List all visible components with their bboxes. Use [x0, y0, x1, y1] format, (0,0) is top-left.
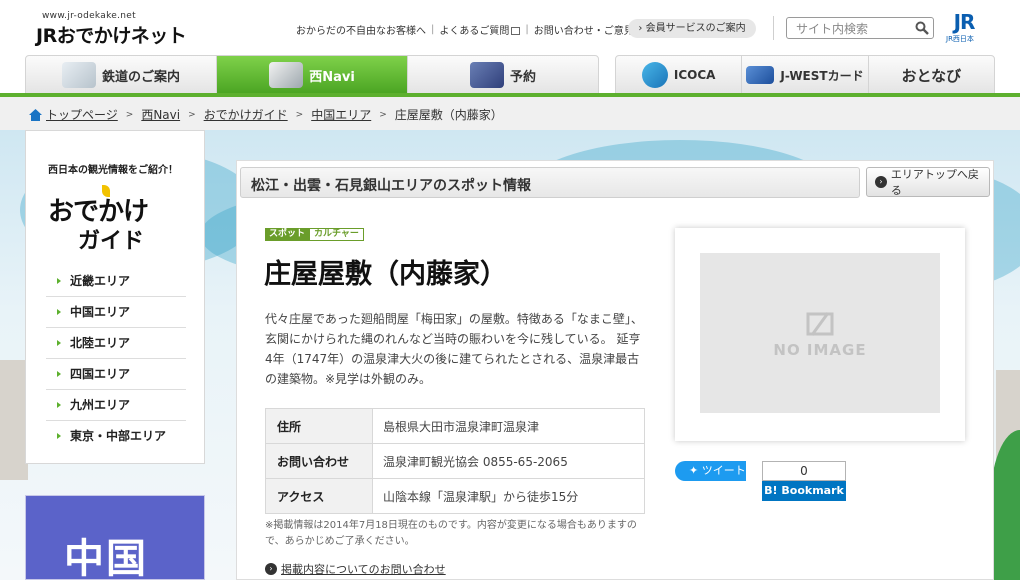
breadcrumb-nishinavi[interactable]: 西Navi: [141, 106, 180, 123]
sidebar-item-kinki[interactable]: 近畿エリア: [46, 266, 186, 297]
nav-railway[interactable]: 鉄道のご案内: [26, 56, 217, 94]
page-title: 庄屋屋敷（内藤家）: [264, 259, 507, 290]
info-value: 温泉津町観光協会 0855-65-2065: [372, 443, 645, 479]
info-label: 住所: [265, 408, 373, 444]
info-label: お問い合わせ: [265, 443, 373, 479]
sub-nav: ICOCA J-WESTカード おとなび: [615, 55, 995, 95]
member-service-button[interactable]: › 会員サービスのご案内: [628, 19, 756, 38]
guide-title-line2: ガイド: [78, 229, 145, 254]
area-list: 近畿エリア 中国エリア 北陸エリア 四国エリア 九州エリア 東京・中部エリア: [46, 266, 186, 451]
site-search: [786, 17, 934, 39]
spot-photo: NO IMAGE: [675, 228, 965, 441]
nav-railway-label: 鉄道のご案内: [101, 69, 180, 85]
jr-logo-sub: JR西日本: [946, 35, 974, 43]
breadcrumb-current: 庄屋屋敷（内藤家）: [394, 108, 503, 122]
nav-icoca-label: ICOCA: [673, 68, 716, 82]
bookmark-label: B! Bookmark: [762, 481, 846, 501]
external-link-icon: [511, 26, 521, 35]
logo-url: www.jr-odekake.net: [42, 11, 136, 21]
jr-logo-mark: JR: [953, 10, 976, 34]
accessibility-link[interactable]: おからだの不自由なお客様へ: [296, 22, 426, 37]
back-to-area-button[interactable]: › エリアトップへ戻る: [866, 167, 990, 197]
camera-icon: [269, 62, 304, 88]
bookmark-count: 0: [762, 461, 846, 481]
nav-reservation-label: 予約: [509, 69, 536, 85]
seat-icon: [469, 62, 504, 88]
logo-name: JRおでかけネット: [36, 25, 187, 47]
faq-link-label: よくあるご質問: [439, 25, 510, 37]
inquiry-link[interactable]: › 掲載内容についてのお問い合わせ: [265, 561, 446, 577]
jr-west-logo[interactable]: JR JR西日本: [944, 11, 986, 43]
area-heading: 松江・出雲・石見銀山エリアのスポット情報: [240, 167, 860, 198]
no-image-placeholder: NO IMAGE: [700, 253, 940, 413]
spot-description: 代々庄屋であった廻船問屋「梅田家」の屋敷。特徴ある「なまこ壁」、玄関にかけられた…: [265, 312, 643, 386]
tag-culture: カルチャー: [309, 228, 364, 241]
train-icon: [61, 62, 96, 88]
search-icon[interactable]: [915, 21, 929, 35]
arrow-right-icon: ›: [265, 563, 277, 575]
nav-icoca[interactable]: ICOCA: [616, 56, 743, 94]
broken-image-icon: [806, 312, 834, 336]
tag-spot: スポット: [265, 228, 310, 241]
arrow-right-icon: ›: [875, 176, 887, 188]
breadcrumb-separator-icon: >: [125, 109, 134, 120]
no-image-label: NO IMAGE: [773, 341, 867, 359]
breadcrumb-separator-icon: >: [295, 109, 304, 120]
sidebar-item-tokyo-chubu[interactable]: 東京・中部エリア: [46, 421, 186, 451]
search-input[interactable]: [794, 19, 914, 39]
info-value: 島根県大田市温泉津町温泉津: [372, 408, 645, 444]
area-heading-text: 松江・出雲・石見銀山エリアのスポット情報: [251, 178, 531, 194]
breadcrumb-home[interactable]: トップページ: [46, 106, 118, 123]
main-nav: 鉄道のご案内 西Navi 予約: [25, 55, 599, 95]
member-service-label: 会員サービスのご案内: [645, 23, 746, 34]
nav-jwest-card-label: J-WESTカード: [780, 68, 864, 83]
site-logo[interactable]: www.jr-odekake.net JRおでかけネット: [36, 11, 226, 47]
nav-otonavi[interactable]: おとなび: [869, 56, 994, 94]
spot-info-table: 住所 島根県大田市温泉津町温泉津 お問い合わせ 温泉津町観光協会 0855-65…: [265, 408, 645, 514]
icoca-icon: [641, 62, 668, 88]
home-icon: [29, 108, 42, 121]
region-banner-label: 中国: [64, 536, 148, 582]
table-row: お問い合わせ 温泉津町観光協会 0855-65-2065: [265, 443, 645, 479]
breadcrumb: トップページ > 西Navi > おでかけガイド > 中国エリア > 庄屋屋敷（…: [0, 97, 1020, 130]
tweet-button[interactable]: ✦ ツイート: [675, 461, 746, 481]
sidebar-item-hokuriku[interactable]: 北陸エリア: [46, 328, 186, 359]
region-banner[interactable]: 中国: [25, 495, 205, 582]
spot-tags: スポット カルチャー: [265, 228, 364, 241]
info-label: アクセス: [265, 478, 373, 514]
breadcrumb-separator-icon: >: [188, 109, 196, 120]
sidebar-item-kyushu[interactable]: 九州エリア: [46, 390, 186, 421]
table-row: アクセス 山陰本線「温泉津駅」から徒歩15分: [265, 478, 645, 514]
twitter-icon: ✦: [689, 464, 702, 477]
hatena-bookmark-button[interactable]: 0 B! Bookmark: [762, 461, 846, 501]
contact-link-label: お問い合わせ・ご意見: [533, 25, 634, 37]
info-value: 山陰本線「温泉津駅」から徒歩15分: [372, 478, 645, 514]
inquiry-link-label: 掲載内容についてのお問い合わせ: [281, 563, 446, 576]
chevron-right-icon: ›: [638, 23, 646, 34]
breadcrumb-chugoku-area[interactable]: 中国エリア: [311, 106, 371, 123]
sidebar-catchphrase: 西日本の観光情報をご紹介！: [48, 165, 178, 176]
nav-nishinavi[interactable]: 西Navi: [217, 56, 408, 94]
sidebar-item-shikoku[interactable]: 四国エリア: [46, 359, 186, 390]
header-divider: [773, 16, 774, 40]
info-note: ※掲載情報は2014年7月18日現在のものです。内容が変更になる場合もありますの…: [265, 520, 637, 547]
nav-jwest-card[interactable]: J-WESTカード: [742, 56, 869, 94]
sidebar-item-chugoku[interactable]: 中国エリア: [46, 297, 186, 328]
nav-nishinavi-label: 西Navi: [309, 69, 355, 85]
credit-card-icon: [746, 66, 775, 84]
table-row: 住所 島根県大田市温泉津町温泉津: [265, 408, 645, 444]
faq-link[interactable]: よくあるご質問: [439, 22, 521, 37]
top-links: おからだの不自由なお客様へ | よくあるご質問 | お問い合わせ・ご意見: [296, 22, 645, 37]
guide-sidebar: 西日本の観光情報をご紹介！ おでかけ ガイド 近畿エリア 中国エリア 北陸エリア…: [25, 130, 205, 464]
nav-reservation[interactable]: 予約: [408, 56, 598, 94]
tweet-label: ツイート: [701, 464, 746, 477]
breadcrumb-separator-icon: >: [379, 109, 387, 120]
back-to-area-label: エリアトップへ戻る: [890, 168, 979, 197]
nav-otonavi-label: おとなび: [901, 66, 962, 85]
breadcrumb-odekake-guide[interactable]: おでかけガイド: [204, 106, 288, 123]
